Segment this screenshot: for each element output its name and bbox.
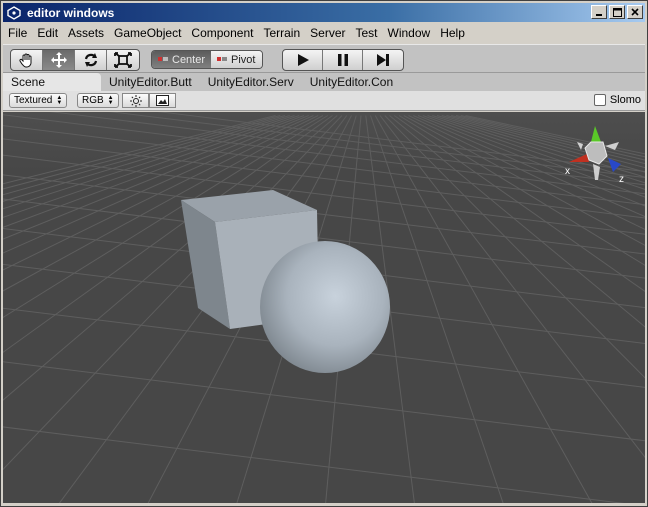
menu-edit[interactable]: Edit — [32, 24, 63, 42]
pivot-label: Pivot — [231, 53, 256, 66]
gizmo-z-label: z — [619, 174, 624, 185]
editor-window: editor windows File Edit Assets GameObje… — [0, 0, 648, 507]
tab-scene[interactable]: Scene — [3, 73, 101, 91]
menu-terrain[interactable]: Terrain — [258, 24, 305, 42]
center-button[interactable]: Center — [152, 51, 212, 68]
gizmo-x-label: x — [565, 166, 570, 177]
center-icon — [158, 54, 168, 66]
main-toolbar: Center Pivot — [3, 44, 645, 73]
minimize-button[interactable] — [591, 5, 607, 19]
title-bar: editor windows — [3, 3, 645, 22]
tab-unityeditor-con[interactable]: UnityEditor.Con — [302, 73, 401, 91]
move-icon — [50, 52, 67, 68]
channel-dropdown[interactable]: RGB ▲ ▼ — [77, 93, 119, 108]
step-icon — [377, 54, 389, 66]
menu-window[interactable]: Window — [383, 24, 436, 42]
channel-value: RGB — [82, 95, 104, 106]
play-button[interactable] — [283, 50, 323, 70]
scale-tool-button[interactable] — [107, 50, 139, 70]
center-label: Center — [172, 53, 206, 66]
tab-unityeditor-serv[interactable]: UnityEditor.Serv — [200, 73, 302, 91]
image-effects-toggle[interactable] — [149, 93, 176, 108]
tab-unityeditor-butt[interactable]: UnityEditor.Butt — [101, 73, 200, 91]
menu-assets[interactable]: Assets — [63, 24, 109, 42]
hand-tool-button[interactable] — [11, 50, 43, 70]
window-title: editor windows — [27, 5, 115, 20]
pause-button[interactable] — [323, 50, 363, 70]
move-tool-button[interactable] — [43, 50, 75, 70]
render-mode-value: Textured — [14, 95, 53, 106]
slomo-checkbox[interactable] — [593, 94, 606, 106]
menu-file[interactable]: File — [3, 24, 32, 42]
menu-server[interactable]: Server — [305, 24, 350, 42]
scene-viewport[interactable]: x z — [3, 112, 645, 503]
pivot-button[interactable]: Pivot — [211, 51, 262, 68]
pivot-toggle: Center Pivot — [151, 50, 263, 69]
lighting-toggle[interactable] — [122, 93, 149, 108]
pivot-icon — [217, 54, 228, 66]
pause-icon — [337, 54, 348, 66]
menu-test[interactable]: Test — [350, 24, 382, 42]
step-button[interactable] — [363, 50, 403, 70]
image-icon — [156, 95, 169, 106]
slomo-control: Slomo — [593, 94, 641, 106]
render-mode-dropdown[interactable]: Textured ▲ ▼ — [9, 93, 68, 108]
scene-canvas[interactable]: x z — [3, 112, 645, 503]
menu-bar: File Edit Assets GameObject Component Te… — [3, 23, 645, 43]
tab-bar: Scene UnityEditor.Butt UnityEditor.Serv … — [3, 73, 645, 91]
rotate-icon — [84, 53, 97, 67]
close-button[interactable] — [627, 5, 643, 19]
menu-help[interactable]: Help — [435, 24, 470, 42]
menu-gameobject[interactable]: GameObject — [109, 24, 186, 42]
hand-icon — [18, 53, 31, 68]
rotate-tool-button[interactable] — [75, 50, 107, 70]
scene-toolbar: Textured ▲ ▼ RGB ▲ ▼ Slomo — [3, 91, 645, 111]
sphere[interactable] — [260, 241, 390, 373]
slomo-label: Slomo — [609, 94, 641, 106]
scale-icon — [114, 52, 132, 68]
transform-tools — [10, 49, 140, 71]
dropdown-arrows-icon: ▲ ▼ — [56, 94, 63, 106]
playback-controls — [282, 49, 404, 71]
dropdown-arrows-icon: ▲ ▼ — [107, 94, 114, 106]
unity-logo-icon — [6, 5, 22, 21]
play-icon — [297, 54, 309, 66]
sun-icon — [129, 94, 142, 107]
menu-component[interactable]: Component — [186, 24, 258, 42]
maximize-button[interactable] — [609, 5, 625, 19]
